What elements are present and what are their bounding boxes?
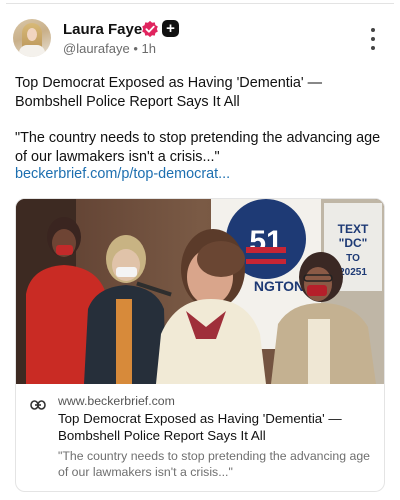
post-link[interactable]: beckerbrief.com/p/top-democrat... (15, 166, 230, 182)
sign-line-3: TO (346, 253, 360, 264)
link-card[interactable]: 51 NGTON TEXT "DC" TO 20251 www.beckerbr… (15, 198, 385, 492)
poster-text: NGTON (254, 278, 304, 294)
plus-badge-icon: + (162, 20, 179, 37)
link-card-description: "The country needs to stop pretending th… (58, 449, 371, 479)
verified-badge-icon (142, 20, 158, 38)
news-photo: 51 NGTON TEXT "DC" TO 20251 (16, 199, 384, 384)
poster-number: 51 (249, 225, 282, 258)
author-handle[interactable]: @laurafaye (63, 41, 130, 56)
author-name[interactable]: Laura Faye (63, 21, 142, 38)
post-quote: "The country needs to stop pretending th… (15, 130, 381, 165)
divider (6, 3, 394, 4)
sign-line-4: 20251 (339, 267, 367, 278)
more-vertical-icon[interactable] (366, 28, 380, 50)
avatar[interactable] (13, 19, 51, 57)
link-card-image[interactable]: 51 NGTON TEXT "DC" TO 20251 (16, 199, 384, 384)
post-headline: Top Democrat Exposed as Having 'Dementia… (15, 75, 323, 110)
sign-line-2: "DC" (339, 236, 368, 250)
link-icon (30, 400, 46, 410)
link-card-domain: www.beckerbrief.com (58, 394, 175, 408)
post-time[interactable]: 1h (142, 41, 156, 56)
sign-line-1: TEXT (338, 222, 369, 236)
link-card-title[interactable]: Top Democrat Exposed as Having 'Dementia… (58, 410, 378, 444)
meta-separator: • (133, 41, 138, 56)
author-meta: @laurafaye • 1h (63, 41, 156, 56)
post: Laura Faye + @laurafaye • 1h Top Democra… (0, 0, 400, 500)
